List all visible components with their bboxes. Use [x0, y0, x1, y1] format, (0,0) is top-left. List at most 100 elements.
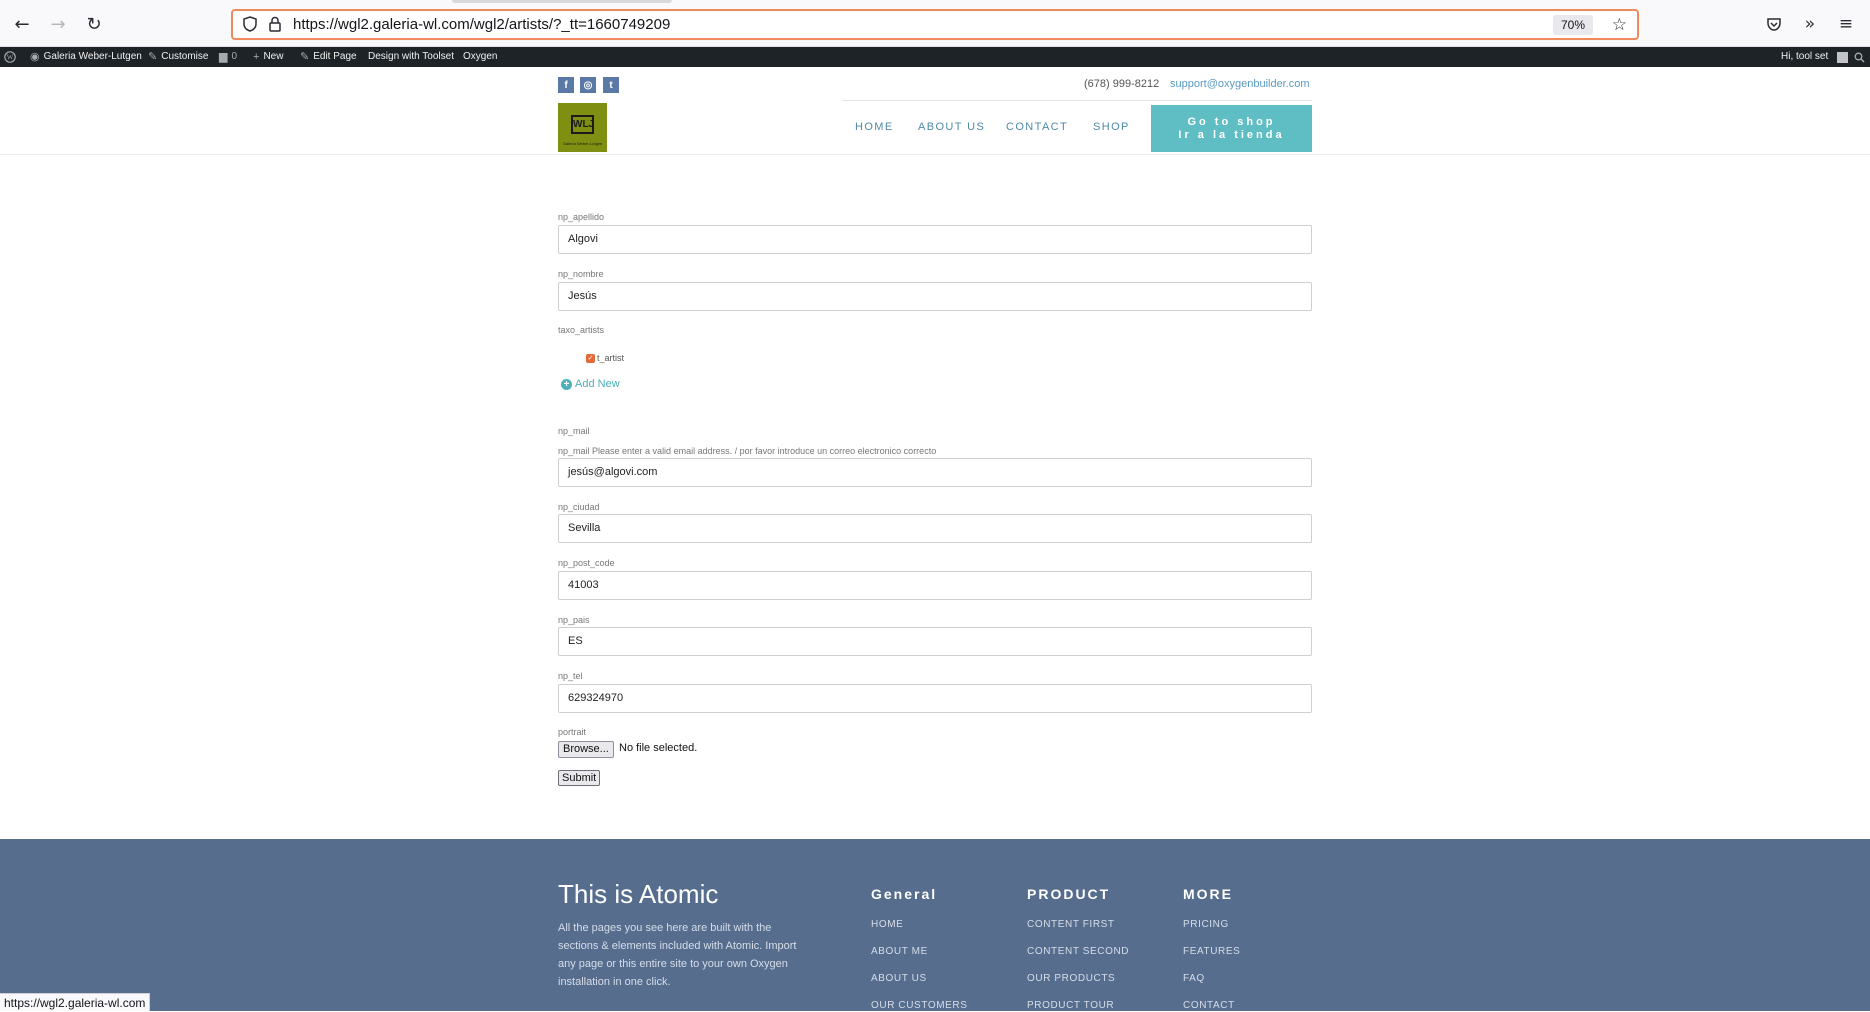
footer-link-pricing[interactable]: PRICING	[1183, 919, 1229, 930]
nav-about-us[interactable]: ABOUT US	[918, 121, 985, 133]
nombre-label: np_nombre	[558, 269, 604, 279]
admin-site-name-label: Galeria Weber-Lutgen	[43, 51, 142, 62]
mail-heading: np_mail	[558, 426, 590, 436]
submit-button[interactable]: Submit	[558, 770, 601, 786]
footer-link-contact[interactable]: CONTACT	[1183, 1000, 1235, 1011]
reload-icon[interactable]: ↻	[82, 12, 106, 36]
apellido-label: np_apellido	[558, 212, 605, 222]
comment-icon: ▆	[219, 51, 228, 63]
cta-line-2: Ir a la tienda	[1178, 128, 1285, 141]
mail-label: np_mail Please enter a valid email addre…	[558, 446, 937, 456]
admin-design-with-toolset-label: Design with Toolset	[368, 51, 454, 62]
add-new-label: Add New	[575, 378, 620, 390]
browser-toolbar: ← → ↻ https://wgl2.galeria-wl.com/wgl2/a…	[0, 0, 1870, 47]
footer-link-about-us[interactable]: ABOUT US	[871, 973, 927, 984]
overflow-chevrons-icon[interactable]: »	[1798, 12, 1822, 36]
logo-mark: WLJ	[571, 115, 594, 134]
t-artist-label: t_artist	[597, 353, 625, 363]
instagram-icon[interactable]: ◎	[580, 77, 596, 93]
logo-subtext: Galería Weber-Lutgen	[562, 141, 603, 146]
admin-oxygen-label: Oxygen	[463, 51, 498, 62]
footer-title: This is Atomic	[558, 879, 719, 909]
header-divider	[842, 100, 1312, 101]
url-text[interactable]: https://wgl2.galeria-wl.com/wgl2/artists…	[293, 16, 670, 33]
shield-icon[interactable]	[243, 16, 257, 36]
footer-link-content-second[interactable]: CONTENT SECOND	[1027, 946, 1129, 957]
admin-customise-label: Customise	[161, 51, 209, 62]
hamburger-menu-icon[interactable]: ≡	[1834, 12, 1858, 36]
apellido-input[interactable]: Algovi	[558, 225, 1312, 254]
admin-edit-page-label: Edit Page	[313, 51, 357, 62]
zoom-level-badge[interactable]: 70%	[1552, 15, 1593, 35]
admin-account[interactable]: Hi, tool set	[1781, 47, 1849, 67]
tel-label: np_tel	[558, 671, 583, 681]
go-to-shop-button[interactable]: Go to shop Ir a la tienda	[1151, 105, 1312, 152]
facebook-icon[interactable]: f	[558, 77, 574, 93]
pencil-icon: ✎	[300, 51, 310, 63]
plus-circle-icon: +	[561, 378, 572, 390]
admin-greeting: Hi, tool set	[1781, 51, 1829, 62]
avatar	[1837, 51, 1849, 63]
footer-link-features[interactable]: FEATURES	[1183, 946, 1240, 957]
footer-link-content-first[interactable]: CONTENT FIRST	[1027, 919, 1115, 930]
wordpress-logo-icon[interactable]: W	[4, 47, 16, 67]
footer-link-product-tour[interactable]: PRODUCT TOUR	[1027, 1000, 1114, 1011]
admin-edit-page[interactable]: ✎ Edit Page	[300, 47, 357, 67]
pais-label: np_pais	[558, 615, 590, 625]
admin-comments[interactable]: ▆ 0	[219, 47, 237, 67]
add-new-link[interactable]: + Add New	[561, 378, 620, 390]
twitter-icon[interactable]: t	[603, 77, 619, 93]
header-bottom-border	[0, 154, 1870, 155]
pocket-icon[interactable]	[1762, 12, 1786, 36]
site-logo[interactable]: WLJ Galería Weber-Lutgen	[558, 103, 607, 152]
post-code-input[interactable]: 41003	[558, 571, 1312, 600]
svg-text:W: W	[7, 54, 14, 62]
footer-link-our-customers[interactable]: OUR CUSTOMERS	[871, 1000, 968, 1011]
admin-design-with-toolset[interactable]: Design with Toolset	[368, 47, 454, 67]
footer-col-product-title: PRODUCT	[1027, 886, 1111, 902]
lock-icon[interactable]	[269, 16, 281, 36]
nav-contact[interactable]: CONTACT	[1006, 121, 1068, 133]
browse-button[interactable]: Browse...	[558, 741, 614, 758]
footer-link-home[interactable]: HOME	[871, 919, 903, 930]
nav-home[interactable]: HOME	[855, 121, 894, 133]
admin-new-label: New	[263, 51, 284, 62]
status-bar-url: https://wgl2.galeria-wl.com	[0, 993, 151, 1011]
ciudad-label: np_ciudad	[558, 502, 600, 512]
back-arrow-icon[interactable]: ←	[10, 12, 34, 36]
admin-new[interactable]: + New	[253, 47, 283, 67]
tel-input[interactable]: 629324970	[558, 684, 1312, 713]
header-email-link[interactable]: support@oxygenbuilder.com	[1170, 78, 1310, 90]
wp-admin-bar: W ◉ Galeria Weber-Lutgen ✎ Customise ▆ 0…	[0, 47, 1870, 67]
portrait-label: portrait	[558, 727, 587, 737]
dashboard-icon: ◉	[30, 51, 40, 63]
site-footer: This is Atomic All the pages you see her…	[0, 839, 1870, 1011]
post-code-label: np_post_code	[558, 558, 615, 568]
cta-line-1: Go to shop	[1187, 115, 1276, 128]
taxo-artists-label: taxo_artists	[558, 325, 605, 335]
address-bar[interactable]: https://wgl2.galeria-wl.com/wgl2/artists…	[231, 9, 1639, 40]
footer-link-about-me[interactable]: ABOUT ME	[871, 946, 928, 957]
file-status-text: No file selected.	[619, 742, 698, 754]
footer-description: All the pages you see here are built wit…	[558, 922, 797, 988]
mail-input[interactable]: jesús@algovi.com	[558, 458, 1312, 487]
bookmark-star-icon[interactable]: ☆	[1612, 15, 1627, 35]
ciudad-input[interactable]: Sevilla	[558, 514, 1312, 543]
admin-search-icon[interactable]	[1854, 47, 1865, 67]
tab-strip-edge	[452, 0, 672, 3]
nav-shop[interactable]: SHOP	[1093, 121, 1130, 133]
plus-icon: +	[253, 51, 260, 63]
admin-oxygen[interactable]: Oxygen	[463, 47, 497, 67]
footer-link-our-products[interactable]: OUR PRODUCTS	[1027, 973, 1115, 984]
t-artist-checkbox[interactable]: ✓	[586, 354, 595, 363]
brush-icon: ✎	[148, 51, 158, 63]
nombre-input[interactable]: Jesús	[558, 282, 1312, 311]
footer-col-general-title: General	[871, 886, 938, 902]
footer-link-faq[interactable]: FAQ	[1183, 973, 1205, 984]
admin-site-name[interactable]: ◉ Galeria Weber-Lutgen	[30, 47, 142, 67]
pais-input[interactable]: ES	[558, 627, 1312, 656]
forward-arrow-icon[interactable]: →	[46, 12, 70, 36]
admin-customise[interactable]: ✎ Customise	[148, 47, 208, 67]
footer-col-more-title: MORE	[1183, 886, 1233, 902]
admin-comments-count: 0	[231, 51, 238, 62]
